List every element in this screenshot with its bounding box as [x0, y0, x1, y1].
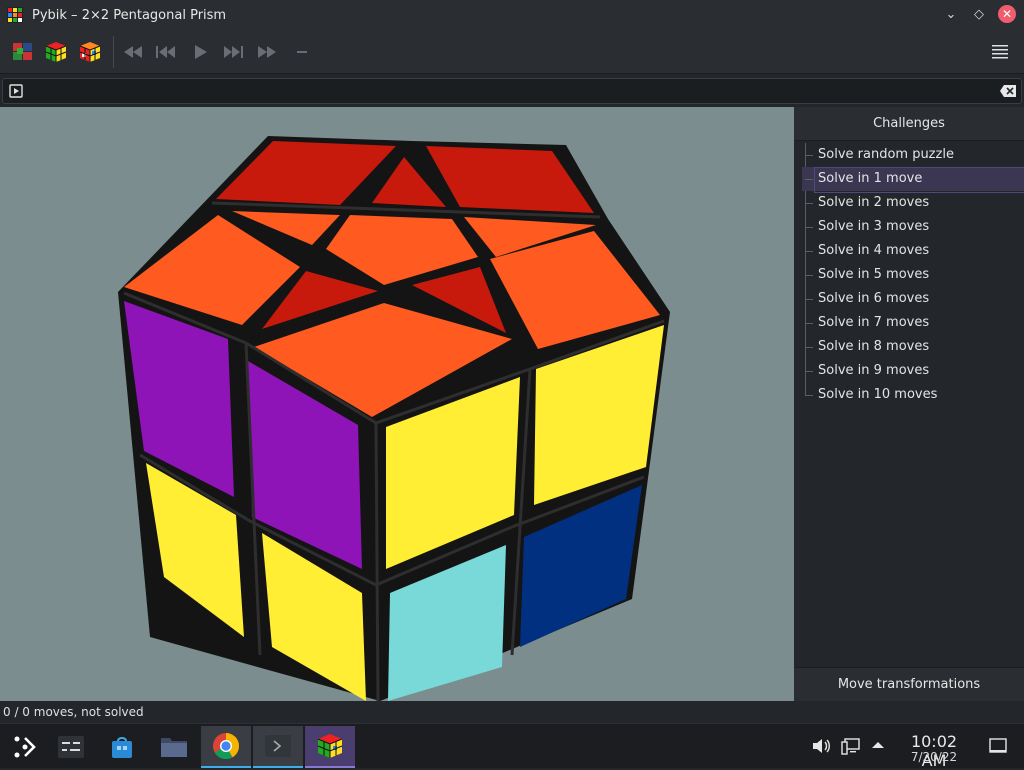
toolbar-separator: [113, 36, 114, 68]
previous-icon: [156, 46, 175, 58]
play-button[interactable]: [186, 38, 214, 66]
main-menu-button[interactable]: [986, 38, 1014, 66]
network-icon[interactable]: [841, 737, 861, 755]
clear-input-icon[interactable]: [999, 84, 1017, 98]
select-puzzle-button[interactable]: [76, 38, 104, 66]
challenges-list: Solve random puzzle Solve in 1 move Solv…: [802, 143, 1024, 407]
challenge-item[interactable]: Solve in 2 moves: [802, 191, 1024, 215]
chrome-icon: [213, 733, 240, 760]
challenge-item[interactable]: Solve in 10 moves: [802, 383, 1024, 407]
new-solved-puzzle-icon: [45, 42, 67, 62]
volume-icon[interactable]: [811, 737, 831, 755]
show-desktop-icon[interactable]: [988, 737, 1008, 755]
task-files[interactable]: [149, 726, 199, 768]
folder-icon: [161, 738, 187, 757]
challenge-item[interactable]: Solve in 4 moves: [802, 239, 1024, 263]
discover-store-icon: [112, 737, 132, 758]
challenge-item[interactable]: Solve in 8 moves: [802, 335, 1024, 359]
minimize-button[interactable]: ⌄: [942, 5, 960, 23]
pybik-cube-icon: [317, 734, 343, 758]
title-bar[interactable]: Pybik – 2×2 Pentagonal Prism ⌄ ◇ ✕: [0, 0, 1024, 30]
next-icon: [224, 46, 243, 58]
move-edit-input[interactable]: [2, 78, 1022, 104]
application-launcher[interactable]: [0, 726, 50, 768]
move-status-text: 0 / 0 moves, not solved: [3, 705, 144, 719]
close-button[interactable]: ✕: [998, 5, 1016, 23]
challenges-header[interactable]: Challenges: [794, 107, 1024, 141]
task-chrome[interactable]: [201, 726, 251, 768]
puzzle-3d-view[interactable]: [0, 107, 794, 701]
challenge-item[interactable]: Solve in 6 moves: [802, 287, 1024, 311]
challenge-item[interactable]: Solve in 7 moves: [802, 311, 1024, 335]
challenge-item[interactable]: Solve random puzzle: [802, 143, 1024, 167]
rewind-button[interactable]: [119, 38, 147, 66]
new-solved-puzzle-button[interactable]: [42, 38, 70, 66]
terminal-icon: [265, 735, 291, 757]
new-random-puzzle-button[interactable]: [9, 38, 37, 66]
chevron-up-icon[interactable]: [871, 740, 885, 750]
next-button[interactable]: [219, 38, 247, 66]
apply-moves-icon[interactable]: [9, 84, 23, 98]
status-bar: 0 / 0 moves, not solved: [0, 701, 1024, 723]
mark-icon: [297, 51, 307, 53]
window-controls: ⌄ ◇ ✕: [942, 5, 1016, 23]
pybik-app-icon: [7, 7, 23, 23]
launcher-icon: [14, 736, 36, 758]
select-puzzle-icon: [79, 42, 101, 62]
task-settings[interactable]: [46, 726, 96, 768]
challenge-item[interactable]: Solve in 1 move: [802, 167, 1024, 193]
maximize-button[interactable]: ◇: [970, 5, 988, 23]
previous-button[interactable]: [152, 38, 180, 66]
challenge-item[interactable]: Solve in 9 moves: [802, 359, 1024, 383]
clock-date[interactable]: 7/20/22: [898, 750, 970, 764]
menu-icon: [992, 45, 1008, 59]
challenge-item[interactable]: Solve in 3 moves: [802, 215, 1024, 239]
move-transformations-header[interactable]: Move transformations: [794, 667, 1024, 701]
task-discover[interactable]: [97, 726, 147, 768]
new-random-puzzle-icon: [13, 43, 32, 60]
forward-button[interactable]: [253, 38, 281, 66]
pentagonal-prism-puzzle[interactable]: [0, 107, 794, 701]
task-terminal[interactable]: [253, 726, 303, 768]
window-title: Pybik – 2×2 Pentagonal Prism: [32, 7, 227, 23]
play-icon: [195, 45, 207, 59]
forward-icon: [258, 46, 276, 58]
rewind-icon: [124, 46, 142, 58]
mark-button[interactable]: [288, 38, 316, 66]
taskbar: 10:02 AM 7/20/22: [0, 723, 1024, 770]
challenge-item[interactable]: Solve in 5 moves: [802, 263, 1024, 287]
command-bar: [0, 75, 1024, 107]
right-sidebar: Challenges Solve random puzzle Solve in …: [794, 107, 1024, 701]
system-settings-icon: [58, 736, 84, 758]
task-pybik[interactable]: [305, 726, 355, 768]
toolbar: [0, 30, 1024, 74]
